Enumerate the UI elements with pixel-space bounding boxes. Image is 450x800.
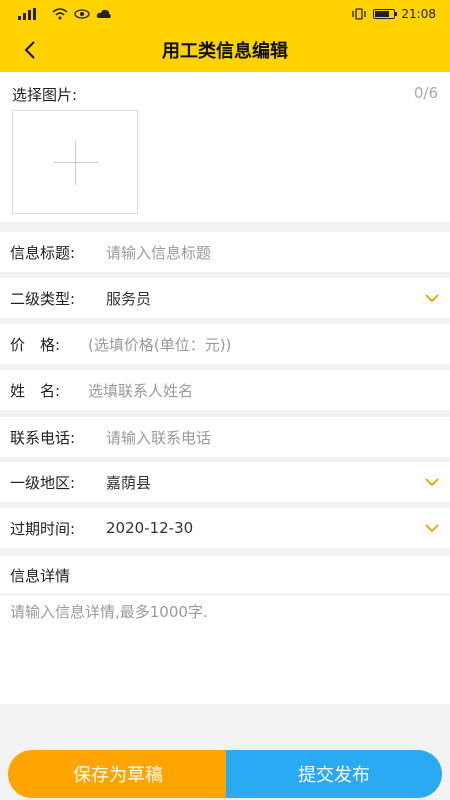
plus-icon xyxy=(54,162,98,163)
name-input[interactable]: 选填联系人姓名 xyxy=(88,380,193,401)
region-value[interactable]: 嘉荫县 xyxy=(106,472,151,493)
vibrate-icon xyxy=(352,8,367,20)
expiry-value[interactable]: 2020-12-30 xyxy=(106,519,193,537)
phone-input[interactable]: 请输入联系电话 xyxy=(106,427,211,448)
submit-button[interactable]: 提交发布 xyxy=(226,750,442,798)
detail-label: 信息详情 xyxy=(0,556,450,594)
cloud-icon xyxy=(96,9,111,18)
eye-icon xyxy=(74,9,90,19)
field-label: 价 格: xyxy=(10,335,61,354)
detail-textarea[interactable]: 请输入信息详情,最多1000字. xyxy=(0,594,450,704)
field-label: 过期时间: xyxy=(10,519,76,538)
nav-bar: 用工类信息编辑 xyxy=(0,28,450,72)
page-title: 用工类信息编辑 xyxy=(162,41,288,62)
chevron-down-icon[interactable] xyxy=(424,520,440,536)
field-label: 姓 名: xyxy=(10,381,61,400)
chevron-left-icon xyxy=(24,41,35,59)
photo-label: 选择图片: xyxy=(12,86,78,104)
field-phone[interactable]: 联系电话: 请输入联系电话 xyxy=(0,417,450,457)
field-name[interactable]: 姓 名: 选填联系人姓名 xyxy=(0,370,450,410)
field-label: 信息标题: xyxy=(10,243,76,262)
field-label: 一级地区: xyxy=(10,473,76,492)
field-region[interactable]: 一级地区: 嘉荫县 xyxy=(0,462,450,502)
field-subtype[interactable]: 二级类型: 服务员 xyxy=(0,278,450,318)
field-title[interactable]: 信息标题: 请输入信息标题 xyxy=(0,232,450,272)
signal-icon xyxy=(18,8,36,20)
battery-icon xyxy=(373,9,398,19)
add-photo-button[interactable] xyxy=(12,110,138,214)
price-input[interactable]: (选填价格(单位：元)) xyxy=(88,334,231,355)
subtype-value[interactable]: 服务员 xyxy=(106,288,151,309)
photo-section: 选择图片: 0/6 xyxy=(0,72,450,222)
title-input[interactable]: 请输入信息标题 xyxy=(106,242,211,263)
chevron-down-icon[interactable] xyxy=(424,290,440,306)
field-label: 联系电话: xyxy=(10,428,76,447)
field-label: 二级类型: xyxy=(10,289,76,308)
chevron-down-icon[interactable] xyxy=(424,474,440,490)
wifi-icon xyxy=(52,8,68,20)
save-draft-button[interactable]: 保存为草稿 xyxy=(8,750,228,798)
status-bar: 21:08 xyxy=(0,0,450,28)
photo-count: 0/6 xyxy=(413,84,438,102)
back-button[interactable] xyxy=(14,34,46,66)
status-time: 21:08 xyxy=(401,7,436,21)
plus-icon-stroke xyxy=(75,141,76,185)
field-price[interactable]: 价 格: (选填价格(单位：元)) xyxy=(0,324,450,364)
field-expiry[interactable]: 过期时间: 2020-12-30 xyxy=(0,508,450,548)
status-icons-left xyxy=(18,8,112,20)
status-icons-right: 21:08 xyxy=(351,7,436,21)
